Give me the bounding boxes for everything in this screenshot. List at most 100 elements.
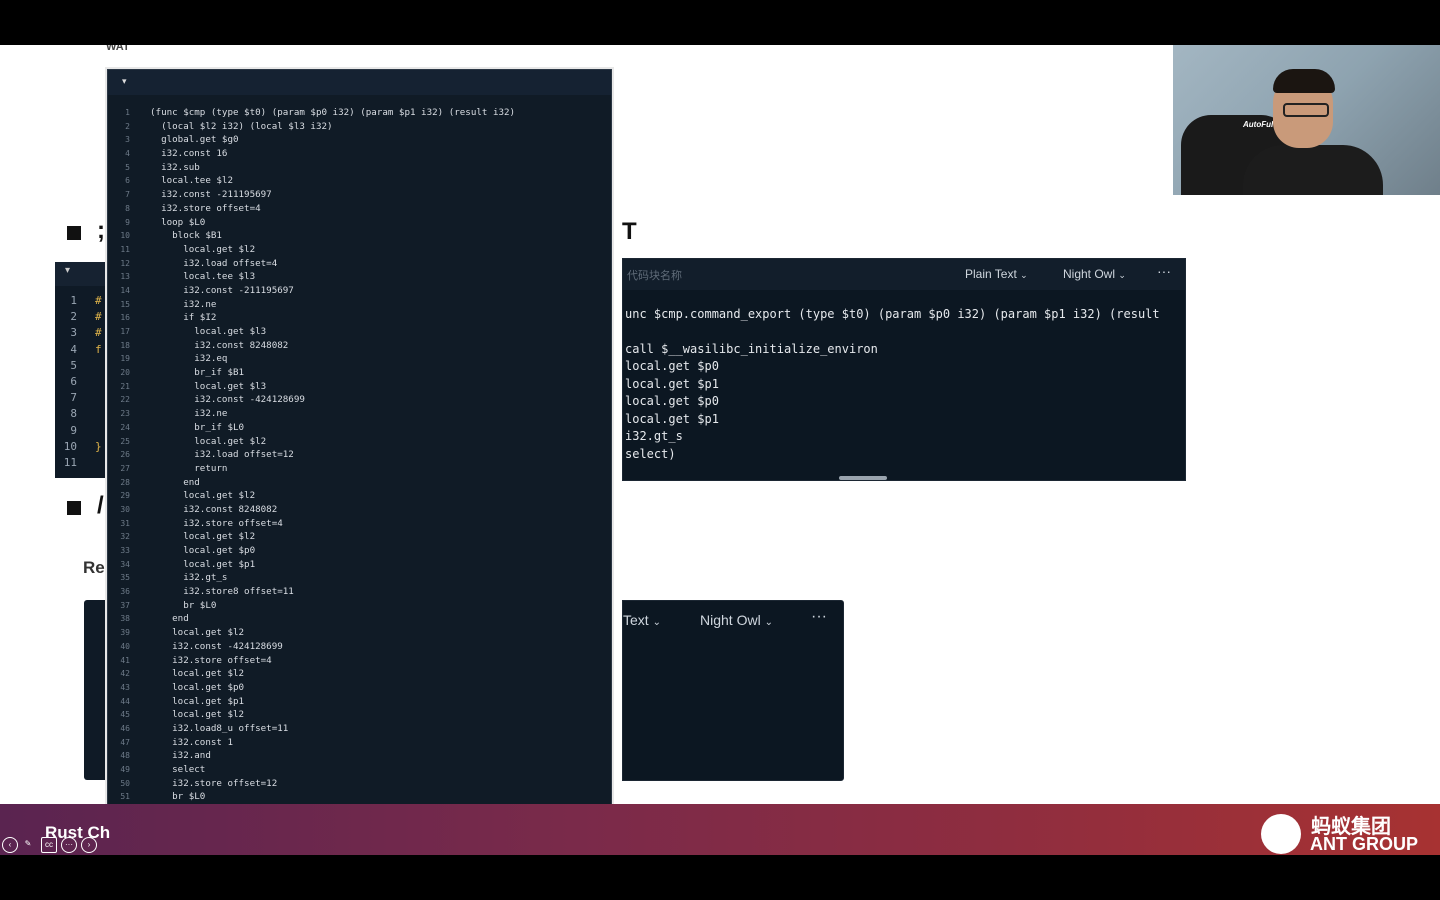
left-editor-header[interactable]: ▾ [55,262,105,286]
code-text: local.get $l2 [150,490,256,502]
code-text: i32.const -211195697 [150,189,272,201]
next-slide-icon[interactable]: › [81,837,97,853]
line-number: 36 [120,587,130,597]
line-number: 46 [120,723,130,733]
code-line: 1 (func $cmp (type $t0) (param $p0 i32) (… [108,106,611,120]
more-options-icon[interactable]: ··· [811,608,827,626]
code-marker: f [95,342,102,356]
code-text: i32.ne [150,408,228,420]
wat-code-content[interactable]: 1 (func $cmp (type $t0) (param $p0 i32) (… [108,106,611,831]
line-number: 26 [120,450,130,460]
code-line: 49 select [108,763,611,777]
code-line: 14 i32.const -211195697 [108,284,611,298]
chevron-down-icon[interactable]: ▾ [122,76,127,87]
code-line: 48 i32.and [108,749,611,763]
code-line: call $__wasilibc_initialize_environ [625,341,878,356]
line-number: 16 [120,313,130,323]
code-line: 7 i32.const -211195697 [108,188,611,202]
code-line: 10 block $B1 [108,229,611,243]
code-text: i32.const -424128699 [150,640,283,652]
popup-header[interactable]: ▾ [108,70,611,95]
code-line: 5 i32.sub [108,161,611,175]
chevron-down-icon[interactable]: ▾ [65,265,70,276]
code-text: i32.const -211195697 [150,284,294,296]
code-line: 22 i32.const -424128699 [108,393,611,407]
code-text: i32.const 8248082 [150,503,278,515]
code-marker: # [95,326,102,340]
code-line: 45 local.get $l2 [108,708,611,722]
code-text: local.get $l3 [150,326,267,337]
code-text: br $L0 [150,599,217,611]
line-number: 43 [120,682,130,692]
code-line: unc $cmp.command_export (type $t0) (para… [625,307,1160,321]
code-line: 39 local.get $l2 [108,626,611,640]
code-block-name-input[interactable]: 代码块名称 [627,267,682,283]
line-number: 28 [120,477,130,487]
code-text: i32.eq [150,353,228,365]
line-number: 9 [70,423,77,437]
line-number: 14 [120,285,130,295]
chair-logo: AutoFull [1243,120,1276,129]
chevron-down-icon: ⌄ [652,617,661,628]
code-text: i32.ne [150,298,217,310]
code-text: i32.store offset=12 [150,777,278,789]
code-line: 25 local.get $l2 [108,435,611,449]
line-number: 2 [70,310,77,324]
pen-icon[interactable]: ✎ [21,837,35,851]
code-line: 41 i32.store offset=4 [108,654,611,668]
bullet-square-1 [67,226,81,240]
more-options-icon[interactable]: ··· [1157,263,1171,279]
code-content[interactable]: unc $cmp.command_export (type $t0) (para… [625,306,1160,463]
code-text: loop $L0 [150,216,206,228]
code-text: i32.load offset=12 [150,449,294,461]
line-number: 30 [120,504,130,514]
slide-footer-band: Rust Ch ‹ ✎ cc ··· › 蚂蚁集团 ANT GROUP [0,804,1440,855]
code-text: local.tee $l3 [150,271,256,283]
code-text: i32.const -424128699 [150,394,305,406]
theme-select[interactable]: Night Owl ⌄ [1063,267,1126,281]
code-line: 19 i32.eq [108,352,611,366]
presenter-glasses [1283,103,1329,117]
captions-icon[interactable]: cc [41,837,57,853]
line-number: 13 [120,272,130,282]
bottom-black-bar [0,855,1440,900]
code-text: local.tee $l2 [150,175,233,187]
code-line: 20 br_if $B1 [108,366,611,380]
code-text: end [150,613,189,625]
code-line: i32.gt_s [625,429,683,443]
line-number: 9 [125,217,130,227]
line-number: 20 [120,368,130,378]
line-number: 7 [125,190,130,200]
line-number: 1 [70,294,77,307]
prev-slide-icon[interactable]: ‹ [2,837,18,853]
code-line: 17 local.get $l3 [108,325,611,339]
language-select[interactable]: Plain Text ⌄ [965,267,1028,281]
line-number: 8 [70,407,77,421]
code-line: 13 local.tee $l3 [108,270,611,284]
line-number: 44 [120,696,130,706]
line-number: 21 [120,381,130,391]
line-number: 48 [120,751,130,761]
line-number: 12 [120,258,130,268]
chevron-down-icon: ⌄ [764,617,773,628]
menu-icon[interactable]: ··· [61,837,77,853]
line-number: 19 [120,354,130,364]
code-line: local.get $p1 [625,376,719,391]
code-line: 50 i32.store offset=12 [108,777,611,791]
line-number: 24 [120,422,130,432]
code-text: local.get $l2 [150,627,245,639]
code-text: i32.load8_u offset=11 [150,722,289,734]
theme-select[interactable]: Night Owl ⌄ [700,612,773,628]
left-code-editor-2 [84,600,105,780]
code-line: 12 i32.load offset=4 [108,257,611,271]
code-text: local.get $l2 [150,709,245,721]
line-number: 33 [120,546,130,555]
code-line: 34 local.get $p1 [108,558,611,572]
line-number: 3 [125,135,130,145]
code-text: local.get $p1 [150,558,256,570]
horizontal-scrollbar[interactable] [839,476,887,480]
section-text-fragment: Re [83,558,105,577]
ant-group-logo [1261,814,1301,854]
language-select[interactable]: Text ⌄ [623,612,661,628]
line-number: 3 [70,326,77,340]
